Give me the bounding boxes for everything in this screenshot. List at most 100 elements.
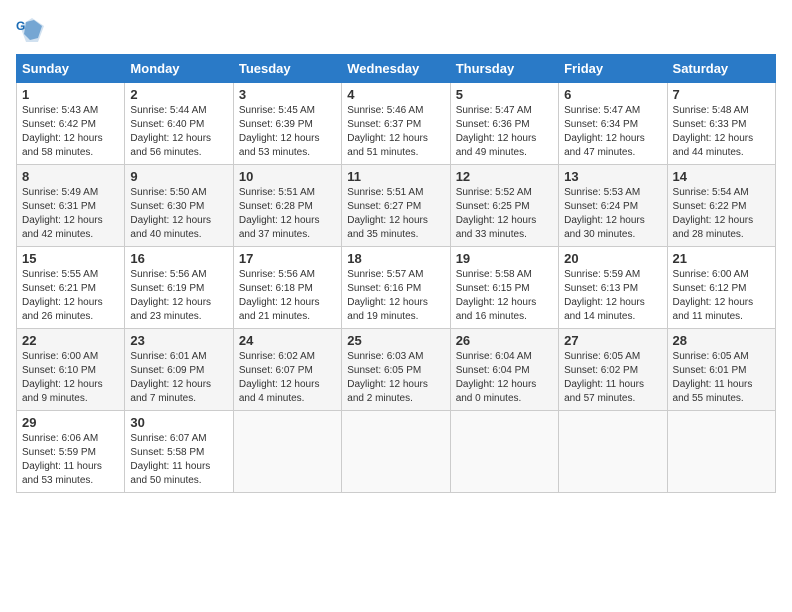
day-number: 26 xyxy=(456,333,553,348)
day-info: Sunrise: 6:02 AM Sunset: 6:07 PM Dayligh… xyxy=(239,350,336,406)
day-info: Sunrise: 5:46 AM Sunset: 6:37 PM Dayligh… xyxy=(347,104,444,160)
table-row: 14Sunrise: 5:54 AM Sunset: 6:22 PM Dayli… xyxy=(667,165,775,247)
day-number: 29 xyxy=(22,415,119,430)
table-row xyxy=(233,411,341,493)
day-number: 23 xyxy=(130,333,227,348)
logo: G xyxy=(16,16,48,44)
calendar-week-row: 22Sunrise: 6:00 AM Sunset: 6:10 PM Dayli… xyxy=(17,329,776,411)
calendar-week-row: 8 Sunrise: 5:49 AM Sunset: 6:31 PM Daylig… xyxy=(17,165,776,247)
col-wednesday: Wednesday xyxy=(342,55,450,83)
day-info: Sunrise: 5:52 AM Sunset: 6:25 PM Dayligh… xyxy=(456,186,553,242)
day-number: 8 xyxy=(22,169,119,184)
day-number: 4 xyxy=(347,87,444,102)
day-info: Sunrise: 5:43 AM Sunset: 6:42 PM Dayligh… xyxy=(22,104,119,160)
day-number: 14 xyxy=(673,169,770,184)
table-row: 1 Sunrise: 5:43 AM Sunset: 6:42 PM Daylig… xyxy=(17,83,125,165)
day-info: Sunrise: 5:53 AM Sunset: 6:24 PM Dayligh… xyxy=(564,186,661,242)
table-row: 21Sunrise: 6:00 AM Sunset: 6:12 PM Dayli… xyxy=(667,247,775,329)
day-number: 21 xyxy=(673,251,770,266)
table-row: 28 Sunrise: 6:05 AM Sunset: 6:01 PM Dayli… xyxy=(667,329,775,411)
calendar-week-row: 1 Sunrise: 5:43 AM Sunset: 6:42 PM Daylig… xyxy=(17,83,776,165)
day-info: Sunrise: 5:50 AM Sunset: 6:30 PM Dayligh… xyxy=(130,186,227,242)
table-row: 6 Sunrise: 5:47 AM Sunset: 6:34 PM Daylig… xyxy=(559,83,667,165)
day-info: Sunrise: 6:05 AM Sunset: 6:01 PM Dayligh… xyxy=(673,350,770,406)
table-row: 30Sunrise: 6:07 AM Sunset: 5:58 PM Dayli… xyxy=(125,411,233,493)
table-row: 22Sunrise: 6:00 AM Sunset: 6:10 PM Dayli… xyxy=(17,329,125,411)
day-info: Sunrise: 5:49 AM Sunset: 6:31 PM Dayligh… xyxy=(22,186,119,242)
table-row: 16 Sunrise: 5:56 AM Sunset: 6:19 PM Dayli… xyxy=(125,247,233,329)
day-info: Sunrise: 5:56 AM Sunset: 6:18 PM Dayligh… xyxy=(239,268,336,324)
day-number: 24 xyxy=(239,333,336,348)
day-info: Sunrise: 6:01 AM Sunset: 6:09 PM Dayligh… xyxy=(130,350,227,406)
col-sunday: Sunday xyxy=(17,55,125,83)
table-row xyxy=(342,411,450,493)
calendar-body: 1 Sunrise: 5:43 AM Sunset: 6:42 PM Daylig… xyxy=(17,83,776,493)
table-row xyxy=(450,411,558,493)
col-saturday: Saturday xyxy=(667,55,775,83)
day-info: Sunrise: 6:03 AM Sunset: 6:05 PM Dayligh… xyxy=(347,350,444,406)
table-row: 29 Sunrise: 6:06 AM Sunset: 5:59 PM Dayli… xyxy=(17,411,125,493)
day-number: 12 xyxy=(456,169,553,184)
day-info: Sunrise: 5:51 AM Sunset: 6:28 PM Dayligh… xyxy=(239,186,336,242)
day-number: 3 xyxy=(239,87,336,102)
day-info: Sunrise: 5:47 AM Sunset: 6:34 PM Dayligh… xyxy=(564,104,661,160)
table-row: 20 Sunrise: 5:59 AM Sunset: 6:13 PM Dayli… xyxy=(559,247,667,329)
col-thursday: Thursday xyxy=(450,55,558,83)
day-number: 17 xyxy=(239,251,336,266)
col-friday: Friday xyxy=(559,55,667,83)
day-number: 27 xyxy=(564,333,661,348)
day-number: 19 xyxy=(456,251,553,266)
day-info: Sunrise: 5:48 AM Sunset: 6:33 PM Dayligh… xyxy=(673,104,770,160)
day-info: Sunrise: 5:44 AM Sunset: 6:40 PM Dayligh… xyxy=(130,104,227,160)
day-number: 1 xyxy=(22,87,119,102)
day-info: Sunrise: 5:55 AM Sunset: 6:21 PM Dayligh… xyxy=(22,268,119,324)
day-number: 28 xyxy=(673,333,770,348)
table-row xyxy=(667,411,775,493)
table-row: 18Sunrise: 5:57 AM Sunset: 6:16 PM Dayli… xyxy=(342,247,450,329)
table-row: 26 Sunrise: 6:04 AM Sunset: 6:04 PM Dayli… xyxy=(450,329,558,411)
table-row: 13 Sunrise: 5:53 AM Sunset: 6:24 PM Dayli… xyxy=(559,165,667,247)
day-info: Sunrise: 5:47 AM Sunset: 6:36 PM Dayligh… xyxy=(456,104,553,160)
table-row: 7 Sunrise: 5:48 AM Sunset: 6:33 PM Daylig… xyxy=(667,83,775,165)
table-row: 5 Sunrise: 5:47 AM Sunset: 6:36 PM Daylig… xyxy=(450,83,558,165)
day-number: 15 xyxy=(22,251,119,266)
day-info: Sunrise: 6:06 AM Sunset: 5:59 PM Dayligh… xyxy=(22,432,119,488)
day-info: Sunrise: 5:58 AM Sunset: 6:15 PM Dayligh… xyxy=(456,268,553,324)
col-tuesday: Tuesday xyxy=(233,55,341,83)
table-row xyxy=(559,411,667,493)
table-row: 2 Sunrise: 5:44 AM Sunset: 6:40 PM Daylig… xyxy=(125,83,233,165)
day-number: 6 xyxy=(564,87,661,102)
table-row: 15 Sunrise: 5:55 AM Sunset: 6:21 PM Dayli… xyxy=(17,247,125,329)
table-row: 9 Sunrise: 5:50 AM Sunset: 6:30 PM Daylig… xyxy=(125,165,233,247)
table-row: 19 Sunrise: 5:58 AM Sunset: 6:15 PM Dayli… xyxy=(450,247,558,329)
day-number: 16 xyxy=(130,251,227,266)
column-header-row: Sunday Monday Tuesday Wednesday Thursday… xyxy=(17,55,776,83)
day-number: 9 xyxy=(130,169,227,184)
day-info: Sunrise: 6:04 AM Sunset: 6:04 PM Dayligh… xyxy=(456,350,553,406)
day-info: Sunrise: 5:45 AM Sunset: 6:39 PM Dayligh… xyxy=(239,104,336,160)
day-info: Sunrise: 6:05 AM Sunset: 6:02 PM Dayligh… xyxy=(564,350,661,406)
day-info: Sunrise: 6:00 AM Sunset: 6:10 PM Dayligh… xyxy=(22,350,119,406)
calendar-week-row: 15 Sunrise: 5:55 AM Sunset: 6:21 PM Dayli… xyxy=(17,247,776,329)
table-row: 3 Sunrise: 5:45 AM Sunset: 6:39 PM Daylig… xyxy=(233,83,341,165)
day-number: 10 xyxy=(239,169,336,184)
day-info: Sunrise: 6:07 AM Sunset: 5:58 PM Dayligh… xyxy=(130,432,227,488)
day-info: Sunrise: 5:56 AM Sunset: 6:19 PM Dayligh… xyxy=(130,268,227,324)
calendar-table: Sunday Monday Tuesday Wednesday Thursday… xyxy=(16,54,776,493)
table-row: 10 Sunrise: 5:51 AM Sunset: 6:28 PM Dayli… xyxy=(233,165,341,247)
day-number: 18 xyxy=(347,251,444,266)
table-row: 8 Sunrise: 5:49 AM Sunset: 6:31 PM Daylig… xyxy=(17,165,125,247)
day-info: Sunrise: 5:59 AM Sunset: 6:13 PM Dayligh… xyxy=(564,268,661,324)
day-number: 5 xyxy=(456,87,553,102)
table-row: 23 Sunrise: 6:01 AM Sunset: 6:09 PM Dayli… xyxy=(125,329,233,411)
day-number: 2 xyxy=(130,87,227,102)
table-row: 24 Sunrise: 6:02 AM Sunset: 6:07 PM Dayli… xyxy=(233,329,341,411)
page-container: G Sunday Monday Tuesday Wednesday Thursd… xyxy=(0,0,792,501)
day-info: Sunrise: 5:51 AM Sunset: 6:27 PM Dayligh… xyxy=(347,186,444,242)
table-row: 11 Sunrise: 5:51 AM Sunset: 6:27 PM Dayli… xyxy=(342,165,450,247)
table-row: 4 Sunrise: 5:46 AM Sunset: 6:37 PM Daylig… xyxy=(342,83,450,165)
day-number: 11 xyxy=(347,169,444,184)
day-number: 20 xyxy=(564,251,661,266)
day-number: 13 xyxy=(564,169,661,184)
day-number: 7 xyxy=(673,87,770,102)
